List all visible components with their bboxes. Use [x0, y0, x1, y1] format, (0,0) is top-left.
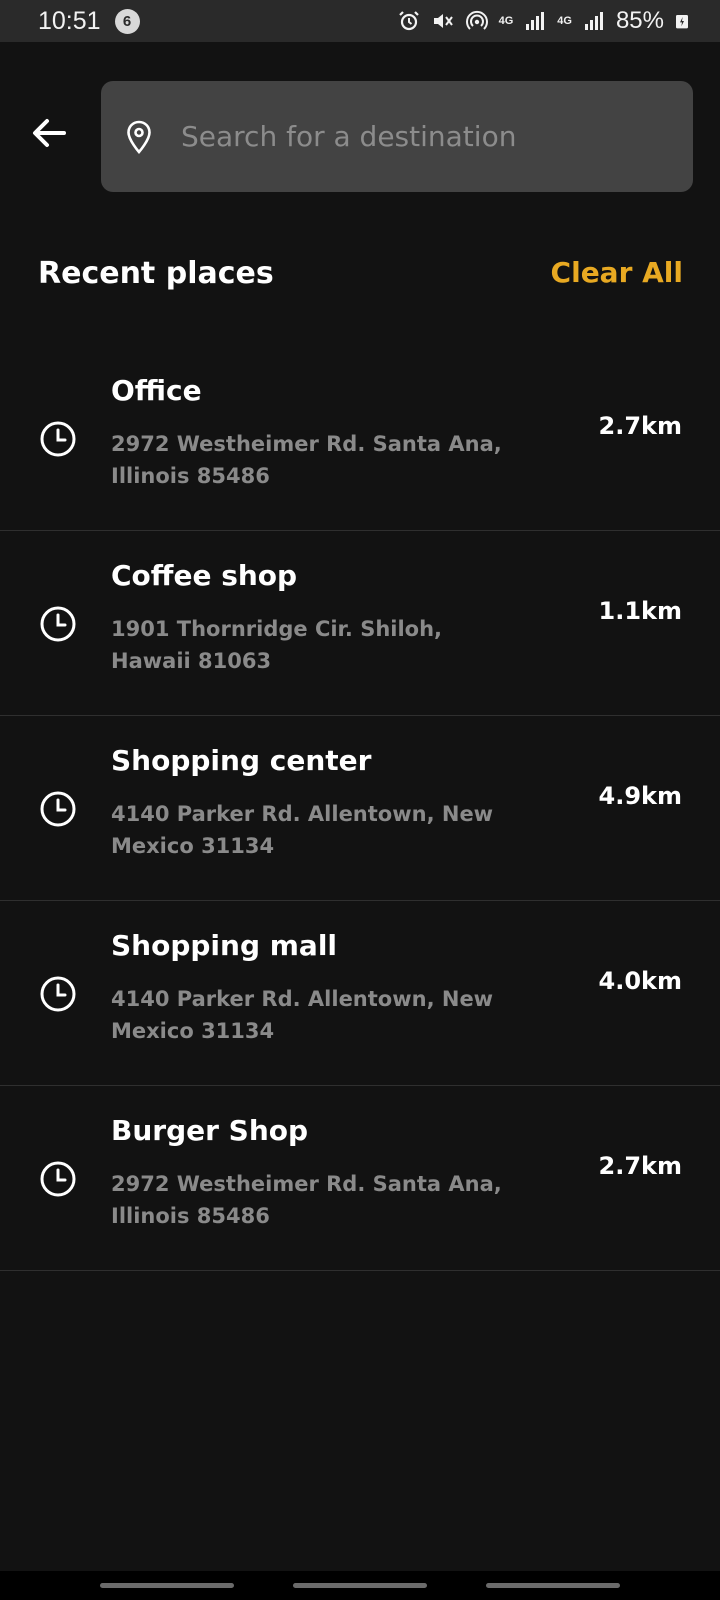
search-input[interactable]: [181, 120, 651, 153]
mute-icon: [433, 14, 453, 28]
arrow-left-icon: [33, 119, 66, 147]
clock-icon: [40, 791, 76, 827]
status-time: 10:51: [38, 6, 101, 35]
place-name: Shopping center: [111, 744, 372, 777]
place-name: Coffee shop: [111, 559, 298, 592]
recent-places-list: Office 2972 Westheimer Rd. Santa Ana, Il…: [0, 346, 720, 1271]
notification-count-badge: 6: [114, 8, 140, 34]
status-bar: 10:51 6 4G 4G 85%: [0, 0, 720, 42]
list-item[interactable]: Shopping mall 4140 Parker Rd. Allentown,…: [0, 901, 720, 1086]
place-distance: 1.1km: [598, 597, 682, 625]
signal-4g-icon: [584, 12, 603, 30]
nav-home-button[interactable]: [292, 1583, 427, 1588]
list-item[interactable]: Office 2972 Westheimer Rd. Santa Ana, Il…: [0, 346, 720, 531]
system-nav-bar: [0, 1571, 720, 1600]
recent-places-heading: Recent places: [38, 256, 274, 291]
place-name: Burger Shop: [111, 1114, 309, 1147]
place-distance: 2.7km: [598, 412, 682, 440]
place-name: Office: [111, 374, 202, 407]
signal-4g-icon: [526, 12, 545, 30]
place-name: Shopping mall: [111, 929, 338, 962]
list-item[interactable]: Coffee shop 1901 Thornridge Cir. Shiloh,…: [0, 531, 720, 716]
alarm-icon: [398, 11, 419, 31]
clock-icon: [40, 1161, 76, 1197]
place-address: 4140 Parker Rd. Allentown, New Mexico 31…: [111, 987, 494, 1043]
network-type-label-1: 4G: [498, 15, 514, 27]
place-distance: 4.0km: [598, 967, 682, 995]
place-address: 1901 Thornridge Cir. Shiloh, Hawaii 8106…: [111, 617, 443, 673]
clock-icon: [40, 976, 76, 1012]
place-distance: 2.7km: [598, 1152, 682, 1180]
status-right: 4G 4G 85%: [397, 7, 690, 35]
status-left: 10:51 6: [38, 7, 140, 36]
place-address: 4140 Parker Rd. Allentown, New Mexico 31…: [111, 802, 494, 858]
list-item[interactable]: Shopping center 4140 Parker Rd. Allentow…: [0, 716, 720, 901]
clock-icon: [40, 606, 76, 642]
place-address: 2972 Westheimer Rd. Santa Ana, Illinois …: [111, 1172, 502, 1228]
hotspot-icon: [465, 10, 488, 30]
nav-back-button[interactable]: [486, 1583, 621, 1588]
place-distance: 4.9km: [598, 782, 682, 810]
search-box[interactable]: [101, 81, 693, 192]
battery-percentage: 85%: [615, 7, 664, 34]
list-item[interactable]: Burger Shop 2972 Westheimer Rd. Santa An…: [0, 1086, 720, 1271]
battery-icon: [676, 15, 688, 29]
nav-recents-button[interactable]: [99, 1583, 234, 1588]
back-button[interactable]: [28, 112, 70, 154]
network-type-label-2: 4G: [557, 15, 572, 27]
clear-all-button[interactable]: Clear All: [551, 256, 683, 289]
clock-icon: [40, 421, 76, 457]
place-address: 2972 Westheimer Rd. Santa Ana, Illinois …: [111, 432, 502, 488]
location-pin-icon: [123, 119, 155, 155]
